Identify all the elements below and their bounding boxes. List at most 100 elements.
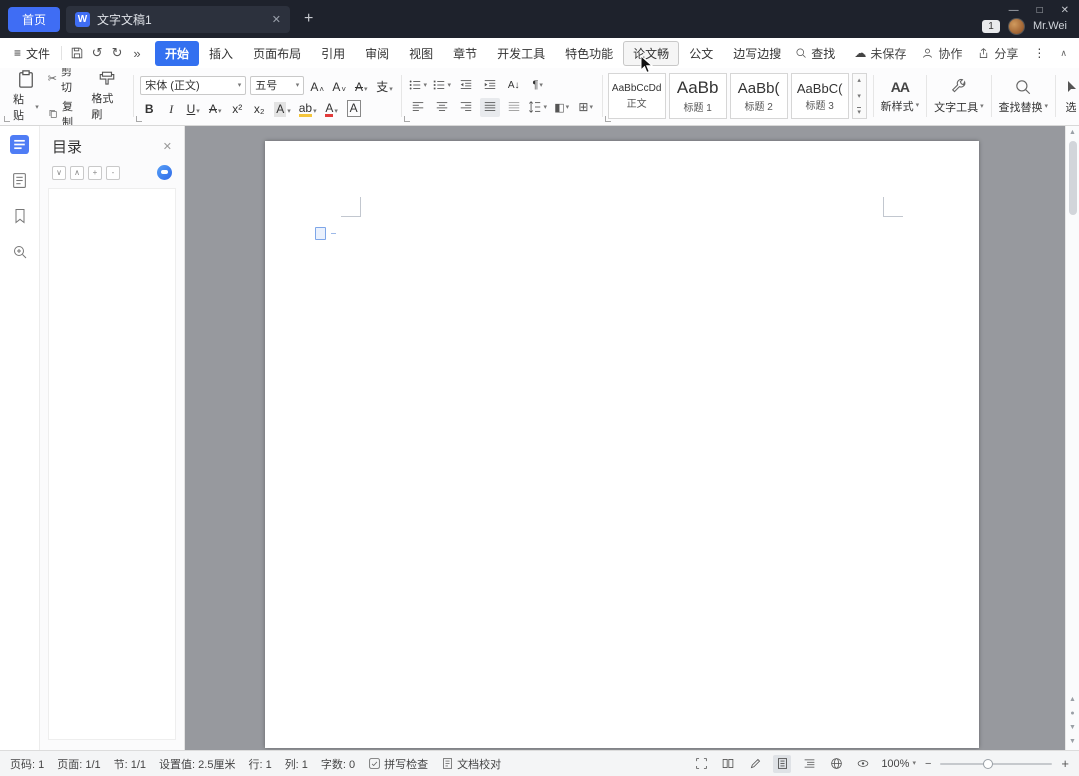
browse-object-icon[interactable]: ● [1070,710,1074,717]
collapse-ribbon-icon[interactable]: ∧ [1060,48,1067,59]
underline-button[interactable]: U▾ [184,98,202,117]
bullet-list-button[interactable]: ▾ [408,76,428,95]
demote-button[interactable]: - [106,166,120,180]
read-mode-button[interactable] [719,755,737,773]
home-tab[interactable]: 首页 [8,7,60,32]
expand-all-button[interactable]: ∨ [52,166,66,180]
scroll-up-icon[interactable]: ▲ [1069,129,1076,136]
shading-button[interactable]: ◧ ▾ [552,98,572,117]
style-heading2[interactable]: AaBb( 标题 2 [730,73,788,119]
tab-special-features[interactable]: 特色功能 [555,41,623,66]
promote-button[interactable]: + [88,166,102,180]
numbered-list-button[interactable]: ▾ [432,76,452,95]
style-normal[interactable]: AaBbCcDd 正文 [608,73,666,119]
zoom-out-button[interactable]: − [925,758,931,770]
gallery-down-icon[interactable]: ▾ [857,92,861,100]
share-button[interactable]: 分享 [977,45,1018,62]
find-replace-button[interactable]: 查找替换▾ [992,70,1056,122]
maximize-button[interactable]: □ [1037,6,1043,16]
quickbar-overflow-button[interactable]: » [127,43,147,63]
clear-format-button[interactable]: A▾ [352,76,370,95]
cut-button[interactable]: ✂ 剪切 [48,68,83,95]
notification-badge[interactable]: 1 [982,20,1000,33]
zoom-search-toggle[interactable] [10,242,30,262]
web-layout-button[interactable] [827,755,845,773]
user-avatar[interactable] [1008,18,1025,35]
save-status[interactable]: ☁ 未保存 [854,45,906,62]
bookmarks-panel-toggle[interactable] [10,206,30,226]
tab-official-doc[interactable]: 公文 [679,41,723,66]
font-size-combo[interactable]: 五号 ▾ [250,76,304,95]
ai-assistant-toggle[interactable] [157,165,172,180]
redo-button[interactable]: ↻ [107,43,127,63]
char-border-button[interactable]: A [345,98,363,117]
more-menu-icon[interactable]: ⋮ [1033,46,1045,60]
show-marks-button[interactable]: ¶ ▾ [528,76,548,95]
outline-view-button[interactable] [800,755,818,773]
scroll-down-icon[interactable]: ▼ [1069,738,1076,745]
zoom-slider[interactable] [940,763,1052,765]
increase-font-button[interactable]: A˄ [308,76,326,95]
print-layout-button[interactable] [773,755,791,773]
collaborate-button[interactable]: 协作 [921,45,962,62]
minimize-button[interactable]: — [1009,6,1019,16]
font-name-combo[interactable]: 宋体 (正文) ▾ [140,76,246,95]
superscript-button[interactable]: x² [228,98,246,117]
distribute-button[interactable] [504,98,524,117]
subscript-button[interactable]: x₂ [250,98,268,117]
spell-check-button[interactable]: 拼写检查 [368,756,428,772]
dialog-launcher-icon[interactable] [404,116,410,122]
document-page[interactable] [265,141,979,748]
copy-button[interactable]: 复制 [48,98,83,127]
dialog-launcher-icon[interactable] [136,116,142,122]
close-window-button[interactable]: ✕ [1061,6,1069,16]
eye-protect-button[interactable] [854,755,872,773]
dialog-launcher-icon[interactable] [4,116,10,122]
gallery-more-icon[interactable]: ▾ [857,107,861,116]
bold-button[interactable]: B [140,98,158,117]
smart-marker[interactable] [315,227,336,240]
style-heading1[interactable]: AaBb 标题 1 [669,73,727,119]
prev-page-icon[interactable]: ▲ [1069,696,1076,703]
zoom-slider-thumb[interactable] [983,759,993,769]
status-page-number[interactable]: 页码: 1 [10,756,44,772]
tab-references[interactable]: 引用 [311,41,355,66]
file-menu-button[interactable]: ≡ 文件 [8,42,56,65]
sort-button[interactable]: A↓ [504,76,524,95]
style-heading3[interactable]: AaBbC( 标题 3 [791,73,849,119]
undo-button[interactable]: ↺ [87,43,107,63]
document-tab[interactable]: W 文字文稿1 ✕ [66,6,290,33]
comments-panel-toggle[interactable] [10,170,30,190]
align-left-button[interactable] [408,98,428,117]
find-button[interactable]: 查找 [795,45,835,62]
scrollbar-thumb[interactable] [1069,141,1077,215]
select-button[interactable]: 选 [1056,70,1079,122]
align-right-button[interactable] [456,98,476,117]
text-tools-button[interactable]: 文字工具▾ [927,70,991,122]
fullscreen-view-button[interactable] [692,755,710,773]
align-center-button[interactable] [432,98,452,117]
justify-button[interactable] [480,98,500,117]
line-spacing-button[interactable]: ▾ [528,98,548,117]
new-style-button[interactable]: AA 新样式▾ [874,70,927,122]
ink-mode-button[interactable] [746,755,764,773]
tab-insert[interactable]: 插入 [199,41,243,66]
save-button[interactable] [67,43,87,63]
username[interactable]: Mr.Wei [1033,20,1067,32]
tab-review[interactable]: 审阅 [355,41,399,66]
borders-button[interactable]: ⊞ ▾ [576,98,596,117]
status-word-count[interactable]: 字数: 0 [321,756,355,772]
collapse-all-button[interactable]: ∧ [70,166,84,180]
proofread-button[interactable]: 文档校对 [441,756,501,772]
pinyin-guide-button[interactable]: 支▾ [374,76,395,95]
decrease-font-button[interactable]: A˅ [330,76,348,95]
status-section[interactable]: 节: 1/1 [114,756,146,772]
outline-list[interactable] [48,188,176,740]
tab-page-layout[interactable]: 页面布局 [243,41,311,66]
increase-indent-button[interactable] [480,76,500,95]
outline-panel-toggle[interactable] [10,134,30,154]
tab-home[interactable]: 开始 [155,41,199,66]
zoom-level[interactable]: 100% ▾ [881,758,916,770]
close-document-icon[interactable]: ✕ [272,13,281,26]
decrease-indent-button[interactable] [456,76,476,95]
